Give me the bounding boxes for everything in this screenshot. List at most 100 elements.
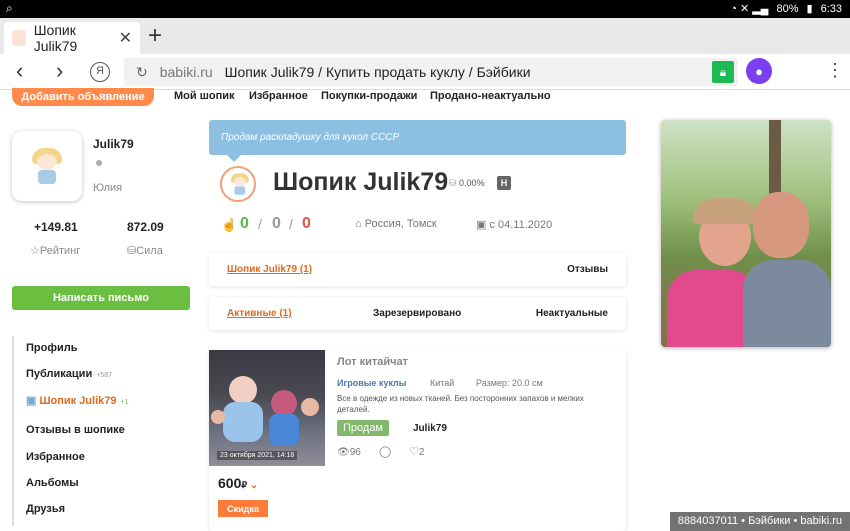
profile-name: Юлия [93,182,123,194]
side-menu-profile[interactable]: Профиль [26,342,77,354]
write-message-button[interactable]: Написать письмо [12,286,190,310]
shop-icon: ▣ [26,395,40,407]
nav-my-shop[interactable]: Мой шопик [174,90,235,102]
yandex-icon[interactable]: Я [90,62,110,82]
side-menu-favorites[interactable]: Избранное [26,451,85,463]
shop-banner: Продам раскладушку для кукол СССР [209,120,626,162]
listing-photo[interactable]: 23 октября 2021, 14:18 [209,350,325,466]
listing-price: 600 [218,475,242,491]
likes-wrap[interactable]: ♡2 [409,445,424,458]
man-face-shape [753,192,809,258]
listing-origin: Китай [430,378,455,388]
tab-active[interactable]: Активные (1) [227,308,292,319]
search-icon: ⌕ [6,1,13,15]
add-listing-button[interactable]: Добавить объявление [12,88,154,106]
doll-head-shape [271,390,297,416]
online-status-dot [96,160,102,166]
lock-icon[interactable]: 🔒︎ [712,61,734,83]
listing-views: 96 [349,447,361,458]
listing-card: 23 октября 2021, 14:18 Лот китайчат Игро… [209,350,626,531]
shop-logo [220,166,256,202]
shop-since: с 04.11.2020 [489,219,553,231]
sell-badge: Продам [337,420,389,436]
shop-owner-photo[interactable] [661,120,831,347]
doll-head-shape [211,410,225,424]
nav-favorites[interactable]: Избранное [249,90,308,102]
listing-description: Все в одежде из новых тканей. Без постор… [337,394,584,414]
battery-level: 80% [776,2,799,15]
vote-separator-1: / [258,216,262,232]
listing-size: Размер: 20.0 см [476,378,543,388]
forward-icon[interactable]: › [56,58,63,84]
url-field[interactable]: ↻ babiki.ru Шопик Julik79 / Купить прода… [124,58,738,86]
address-bar: ‹ › Я ↻ babiki.ru Шопик Julik79 / Купить… [0,54,850,90]
avatar[interactable] [12,131,82,201]
hand-icon: ☝ [221,217,238,232]
star-icon: ☆ [30,245,40,257]
shop-percent: 0.00% [459,178,485,188]
sale-badge: Скидка [218,500,268,517]
h-badge: H [497,176,511,190]
doll-head-shape [301,398,319,416]
man-shirt-shape [743,260,831,347]
comment-icon[interactable]: ◯ [379,445,391,458]
tabs-row-2: Активные (1) Зарезервировано Неактуальны… [209,297,626,330]
watermark: 8884037011 • Бэйбики • babiki.ru [669,512,850,531]
tab-shop[interactable]: Шопик Julik79 (1) [227,264,312,275]
side-menu-shop[interactable]: ▣ Шопик Julik79 +1 [26,394,128,407]
nav-purchases[interactable]: Покупки-продажи [321,90,417,102]
side-menu-shop-reviews[interactable]: Отзывы в шопике [26,424,125,436]
tabs-row-1: Шопик Julik79 (1) Отзывы [209,253,626,286]
chevron-down-icon[interactable]: ⌄ [247,480,258,491]
menu-icon[interactable]: ⋮ [826,60,844,81]
tab-reserved[interactable]: Зарезервировано [373,308,461,319]
doll-body-shape [223,402,263,442]
doll-head-shape [229,376,257,404]
shop-location: Россия, Томск [364,218,437,230]
close-tab-icon[interactable]: ✕ [119,28,132,48]
eye-icon: 👁︎ [337,447,350,458]
listing-category[interactable]: Игровые куклы [337,378,406,388]
url-domain: babiki.ru [159,64,213,80]
voice-search-icon[interactable]: ● [746,58,772,84]
status-bar: ⌕ ◔ ✕ ▂▄ 80% ▮ 6:33 [0,0,850,18]
side-menu: Профиль Публикации +587 ▣ Шопик Julik79 +1… [12,336,202,526]
vote-separator-2: / [289,216,293,232]
listing-seller[interactable]: Julik79 [413,423,447,434]
rating-value: +149.81 [34,220,78,234]
heart-icon: ♡ [409,446,419,458]
vote-neutral: 0 [272,215,281,232]
doll-avatar-icon [28,146,66,186]
new-tab-button[interactable]: + [148,24,162,48]
vote-positive: 0 [240,215,249,232]
browser-tab[interactable]: Шопик Julik79 ✕ [4,22,140,54]
nav-sold[interactable]: Продано-неактуально [430,90,551,102]
tab-inactive[interactable]: Неактуальные [536,308,608,319]
tab-reviews[interactable]: Отзывы [567,264,608,275]
home-icon: ⌂ [355,218,365,230]
tab-strip: Шопик Julik79 ✕ + [0,18,850,54]
rating-label: Рейтинг [39,245,81,257]
vote-negative: 0 [302,215,311,232]
status-icons: ◔ ✕ ▂▄ [730,3,769,15]
side-menu-publications[interactable]: Публикации +587 [26,368,112,380]
profile-username[interactable]: Julik79 [93,137,134,151]
side-menu-albums[interactable]: Альбомы [26,477,79,489]
favicon-icon [12,30,26,46]
listing-date: 23 октября 2021, 14:18 [217,451,298,460]
back-icon[interactable]: ‹ [16,58,23,84]
reload-icon[interactable]: ↻ [136,64,148,81]
side-menu-friends[interactable]: Друзья [26,503,65,515]
calendar-icon: ▣ [476,219,490,231]
price-wrap: 600₽ ⌄ [218,475,258,491]
power-label: Сила [136,245,163,257]
doll-body-shape [269,414,299,446]
location-wrap: ⌂ Россия, Томск [355,218,437,230]
listing-likes: 2 [418,447,425,458]
database-icon: ⛁ [127,245,137,257]
clock: 6:33 [820,2,842,15]
rating-label-wrap: ☆Рейтинг [30,244,80,257]
url-page-title: Шопик Julik79 / Купить продать куклу / Б… [224,64,531,80]
power-value: 872.09 [127,220,164,234]
listing-title[interactable]: Лот китайчат [337,356,408,368]
